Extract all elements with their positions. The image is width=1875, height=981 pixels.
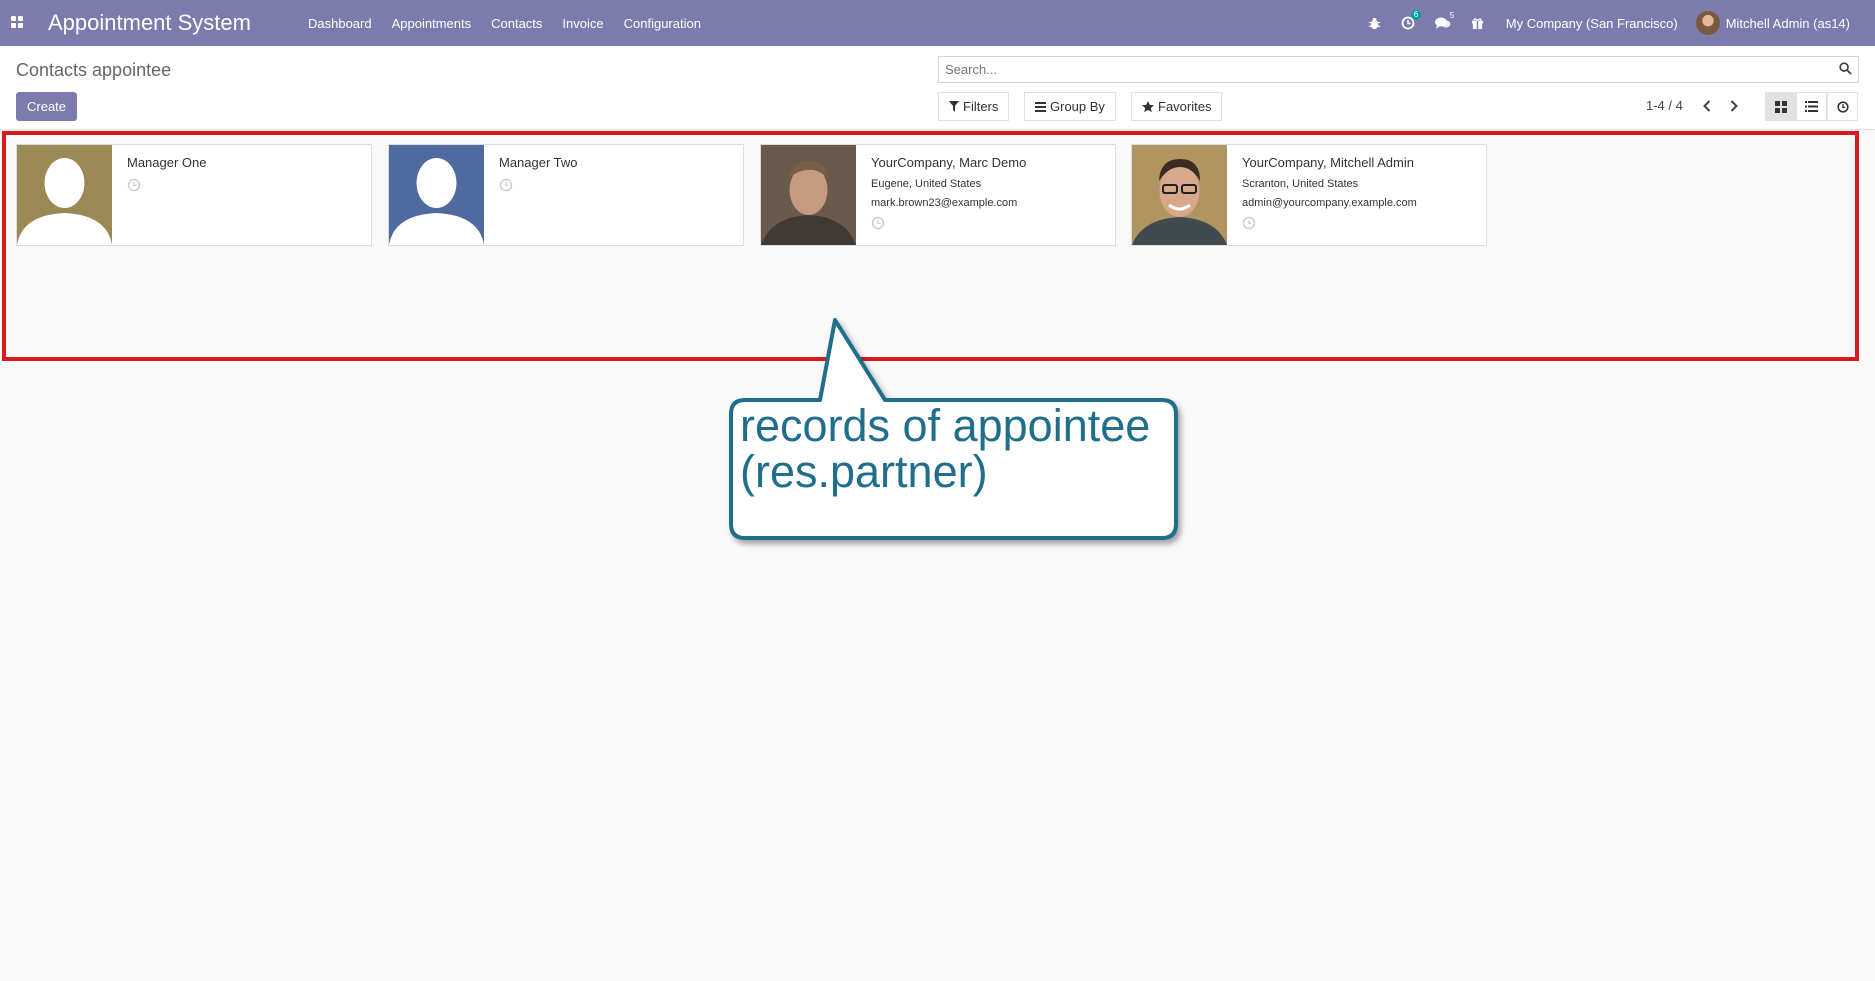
menu-item-dashboard[interactable]: Dashboard <box>298 16 382 31</box>
favorites-button[interactable]: Favorites <box>1131 92 1223 121</box>
activity-clock-icon[interactable] <box>499 178 578 197</box>
filter-icon <box>949 101 959 112</box>
menu-item-invoice[interactable]: Invoice <box>552 16 613 31</box>
search-icon[interactable] <box>1839 62 1852 80</box>
menu-item-appointments[interactable]: Appointments <box>382 16 482 31</box>
messages-chat-icon[interactable]: 5 <box>1434 11 1454 30</box>
activity-clock-icon[interactable]: 6 <box>1401 10 1422 30</box>
control-panel: Contacts appointee Create Filters Group … <box>0 46 1875 130</box>
card-name: Manager One <box>127 155 207 170</box>
pager-previous-icon[interactable] <box>1697 96 1717 116</box>
activity-clock-icon[interactable] <box>127 178 207 197</box>
card-location: Eugene, United States <box>871 178 982 190</box>
messages-count-badge: 5 <box>1449 10 1455 20</box>
systray: 6 5 My Company (San Francisco) Mitchell … <box>1358 0 1875 46</box>
filters-label: Filters <box>963 99 999 114</box>
kanban-card[interactable]: YourCompany, Marc Demo Eugene, United St… <box>760 144 1116 246</box>
star-icon <box>1142 100 1154 112</box>
card-location: Scranton, United States <box>1242 178 1359 190</box>
menu-item-contacts[interactable]: Contacts <box>481 16 552 31</box>
list-view-icon[interactable] <box>1796 92 1827 121</box>
card-email: mark.brown23@example.com <box>871 197 1018 209</box>
partner-photo <box>1132 145 1227 245</box>
search-bar <box>938 56 1859 83</box>
favorites-label: Favorites <box>1158 99 1212 114</box>
create-button[interactable]: Create <box>16 92 78 121</box>
apps-menu-icon[interactable] <box>11 16 23 28</box>
app-brand[interactable]: Appointment System <box>48 10 251 36</box>
kanban-card[interactable]: YourCompany, Mitchell Admin Scranton, Un… <box>1131 144 1487 246</box>
user-avatar <box>1695 11 1720 35</box>
annotation-line-2: (res.partner) <box>740 446 988 497</box>
group-by-label: Group By <box>1050 99 1105 114</box>
pager-value[interactable]: 1-4 / 4 <box>1646 98 1683 113</box>
partner-photo <box>761 145 856 245</box>
card-name: YourCompany, Marc Demo <box>871 155 1027 170</box>
card-name: YourCompany, Mitchell Admin <box>1242 155 1414 170</box>
gift-icon[interactable] <box>1471 17 1484 30</box>
debug-bug-icon[interactable] <box>1368 17 1381 30</box>
annotation-line-1: records of appointee <box>740 400 1151 451</box>
activity-clock-icon[interactable] <box>1242 216 1417 235</box>
kanban-card[interactable]: Manager Two <box>388 144 744 246</box>
user-menu[interactable]: Mitchell Admin (as14) <box>1695 11 1850 35</box>
group-by-button[interactable]: Group By <box>1024 92 1116 121</box>
activity-view-icon[interactable] <box>1827 92 1858 121</box>
search-input[interactable] <box>939 57 1819 82</box>
top-navbar: Appointment System Dashboard Appointment… <box>0 0 1875 46</box>
activity-clock-icon[interactable] <box>871 216 1026 235</box>
pager-next-icon[interactable] <box>1724 96 1744 116</box>
company-switcher[interactable]: My Company (San Francisco) <box>1506 16 1678 31</box>
kanban-card[interactable]: Manager One <box>16 144 372 246</box>
view-switcher <box>1765 92 1858 121</box>
list-bars-icon <box>1035 101 1046 112</box>
card-email: admin@yourcompany.example.com <box>1242 197 1417 209</box>
menu-item-configuration[interactable]: Configuration <box>614 16 711 31</box>
card-name: Manager Two <box>499 155 578 170</box>
filters-button[interactable]: Filters <box>938 92 1010 121</box>
breadcrumb: Contacts appointee <box>16 60 172 80</box>
user-name: Mitchell Admin (as14) <box>1725 15 1850 31</box>
partner-placeholder-image <box>389 145 484 245</box>
partner-placeholder-image <box>17 145 112 245</box>
activity-count-badge: 6 <box>1410 10 1422 20</box>
annotation-text: records of appointee (res.partner) <box>740 403 1150 495</box>
main-menu: Dashboard Appointments Contacts Invoice … <box>298 0 711 46</box>
kanban-view-icon[interactable] <box>1765 92 1796 121</box>
